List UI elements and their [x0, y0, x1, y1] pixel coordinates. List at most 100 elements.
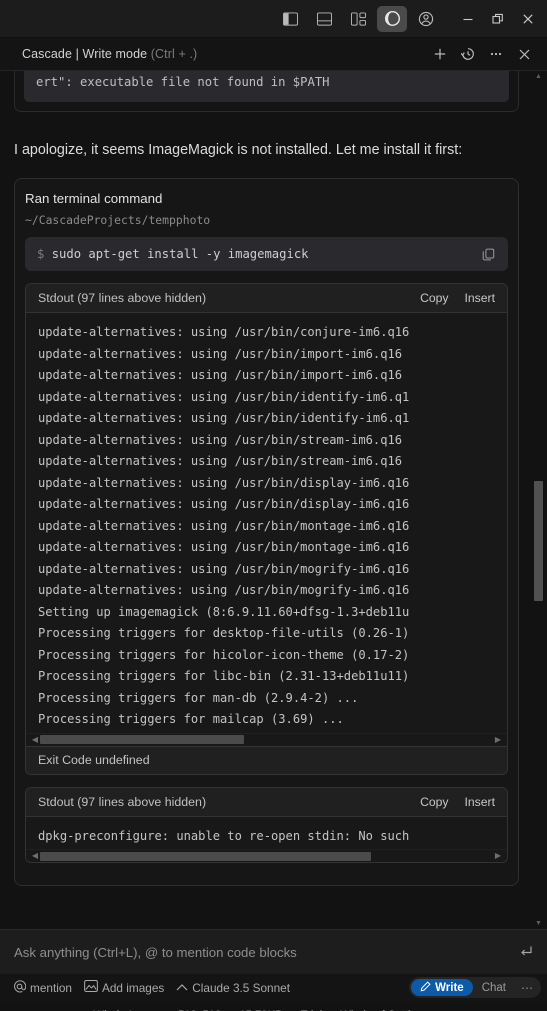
model-label: Claude 3.5 Sonnet — [192, 980, 291, 995]
output-line: update-alternatives: using /usr/bin/conj… — [38, 325, 410, 339]
exit-code-bar: Exit Code undefined — [26, 745, 507, 774]
scroll-left-arrow-icon[interactable]: ◀ — [30, 735, 40, 744]
scroll-right-arrow-icon[interactable]: ▶ — [493, 735, 503, 744]
command-string: sudo apt-get install -y imagemagick — [51, 247, 309, 261]
status-bar-wrapper: Whole Image 512x512 15.79KB Trial Windsu… — [0, 1001, 547, 1011]
output-line: Processing triggers for mailcap (3.69) .… — [38, 712, 344, 726]
tool-card-working-directory: ~/CascadeProjects/tempphoto — [25, 213, 211, 227]
output-line: update-alternatives: using /usr/bin/iden… — [38, 389, 410, 404]
scroll-left-arrow-icon[interactable]: ◀ — [30, 852, 40, 860]
prompt-symbol: $ — [37, 247, 45, 261]
vertical-scrollbar-thumb[interactable] — [534, 481, 543, 601]
output-line: Processing triggers for hicolor-icon-the… — [38, 647, 410, 662]
stdout-header: Stdout (97 lines above hidden) Copy Inse… — [26, 787, 507, 817]
output-line: update-alternatives: using /usr/bin/impo… — [38, 346, 403, 361]
output-line: update-alternatives: using /usr/bin/iden… — [38, 411, 410, 425]
status-bar: Whole Image 512x512 15.79KB Trial Windsu… — [0, 1001, 547, 1011]
stdout-label: Stdout (97 lines above hidden) — [38, 291, 207, 305]
stdout-panel: Stdout (97 lines above hidden) Copy Inse… — [25, 786, 508, 863]
minimize-button[interactable] — [453, 6, 483, 32]
insert-button[interactable]: Insert — [465, 291, 495, 305]
stdout-header: Stdout (97 lines above hidden) Copy Inse… — [26, 284, 507, 313]
toggle-panel-icon[interactable] — [309, 6, 339, 32]
output-line: Processing triggers for desktop-file-uti… — [38, 626, 410, 640]
conversation-scroll-area[interactable]: 551/125 555/175 15/15 100ns/icon 512x512… — [0, 71, 547, 929]
chevron-up-icon — [176, 981, 188, 995]
previous-output-code: 551/125 555/175 15/15 100ns/icon 512x512… — [24, 71, 509, 102]
account-icon[interactable] — [411, 6, 441, 32]
write-mode-button[interactable]: Write — [411, 979, 473, 996]
more-options-icon[interactable] — [483, 42, 509, 66]
output-line: update-alternatives: using /usr/bin/disp… — [38, 475, 410, 490]
windsurf-logo-icon[interactable] — [377, 5, 407, 32]
command-text: $ sudo apt-get install -y imagemagick — [37, 247, 476, 261]
output-line: update-alternatives: using /usr/bin/mogr… — [38, 583, 410, 597]
composer-toolbar: mention Add images Claude 3.5 Sonnet Wri… — [0, 974, 547, 1001]
close-window-button[interactable] — [513, 6, 543, 32]
horizontal-scrollbar[interactable]: ◀ ▶ — [26, 732, 507, 746]
mode-toggle-group: Write Chat ⋯ — [409, 977, 541, 998]
pencil-icon — [420, 980, 431, 995]
scrollbar-track[interactable] — [40, 735, 493, 744]
output-line: Setting up imagemagick (8:6.9.11.60+dfsg… — [38, 604, 410, 619]
mention-label: mention — [30, 980, 72, 995]
chat-mode-label: Chat — [481, 981, 506, 994]
chat-mode-button[interactable]: Chat — [473, 979, 515, 996]
copy-button[interactable]: Copy — [420, 795, 448, 809]
write-mode-label: Write — [435, 981, 464, 994]
cascade-panel-title: Cascade | Write mode (Ctrl + .) — [22, 47, 197, 61]
command-box: $ sudo apt-get install -y imagemagick — [25, 237, 508, 271]
cascade-title-text: Cascade | Write mode — [22, 47, 148, 61]
scroll-down-arrow-icon[interactable]: ▼ — [533, 920, 544, 927]
model-selector[interactable]: Claude 3.5 Sonnet — [170, 977, 296, 998]
copy-button[interactable]: Copy — [420, 291, 448, 305]
stdout-actions: Copy Insert — [420, 291, 495, 305]
output-line: update-alternatives: using /usr/bin/disp… — [38, 497, 410, 511]
output-line: update-alternatives: using /usr/bin/stre… — [38, 454, 403, 468]
at-sign-icon — [13, 979, 27, 996]
output-line: update-alternatives: using /usr/bin/mont… — [38, 540, 410, 554]
cascade-header-actions — [425, 42, 537, 66]
output-line: Processing triggers for man-db (2.9.4-2)… — [38, 690, 359, 705]
mode-more-options-button[interactable]: ⋯ — [515, 981, 539, 995]
chat-input[interactable] — [14, 944, 511, 960]
scrollbar-thumb[interactable] — [40, 851, 371, 861]
mention-button[interactable]: mention — [7, 977, 78, 998]
stdout-actions: Copy Insert — [420, 795, 495, 809]
add-images-label: Add images — [101, 980, 165, 995]
scrollbar-track[interactable] — [40, 851, 493, 861]
output-line: update-alternatives: using /usr/bin/mont… — [38, 518, 410, 533]
tool-card-title: Ran terminal command — [25, 191, 163, 206]
stdout-label: Stdout (97 lines above hidden) — [38, 794, 207, 809]
output-line: dpkg-preconfigure: unable to re-open std… — [38, 828, 410, 843]
vertical-scrollbar[interactable]: ▲ ▼ — [533, 71, 544, 929]
scroll-right-arrow-icon[interactable]: ▶ — [493, 852, 503, 860]
window-title-bar — [0, 0, 547, 38]
composer-bar — [0, 929, 547, 974]
terminal-tool-card: Ran terminal command ~/CascadeProjects/t… — [14, 178, 519, 886]
customize-layout-icon[interactable] — [343, 6, 373, 32]
previous-output-block: 551/125 555/175 15/15 100ns/icon 512x512… — [14, 71, 519, 112]
horizontal-scrollbar[interactable]: ◀ ▶ — [26, 849, 507, 862]
assistant-message: I apologize, it seems ImageMagick is not… — [14, 142, 463, 158]
copy-icon[interactable] — [476, 242, 500, 266]
scroll-up-arrow-icon[interactable]: ▲ — [533, 73, 544, 80]
stdout-body[interactable]: dpkg-preconfigure: unable to re-open std… — [26, 816, 507, 849]
new-conversation-button[interactable] — [427, 42, 453, 66]
history-icon[interactable] — [455, 42, 481, 66]
cascade-header: Cascade | Write mode (Ctrl + .) — [0, 38, 547, 71]
restore-window-button[interactable] — [483, 6, 513, 32]
scrollbar-thumb[interactable] — [40, 735, 244, 744]
submit-enter-icon[interactable] — [511, 944, 533, 961]
close-cascade-icon[interactable] — [511, 42, 537, 66]
stdout-body[interactable]: update-alternatives: using /usr/bin/conj… — [26, 313, 507, 733]
toggle-primary-sidebar-icon[interactable] — [275, 6, 305, 32]
output-line: Processing triggers for libc-bin (2.31-1… — [38, 669, 410, 683]
cascade-title-shortcut: (Ctrl + .) — [150, 47, 198, 61]
stdout-panel: Stdout (97 lines above hidden) Copy Inse… — [25, 283, 508, 775]
add-images-button[interactable]: Add images — [78, 977, 170, 998]
code-line: ert": executable file not found in $PATH — [36, 75, 330, 89]
output-line: update-alternatives: using /usr/bin/impo… — [38, 368, 403, 382]
insert-button[interactable]: Insert — [465, 795, 495, 809]
image-icon — [84, 980, 98, 995]
